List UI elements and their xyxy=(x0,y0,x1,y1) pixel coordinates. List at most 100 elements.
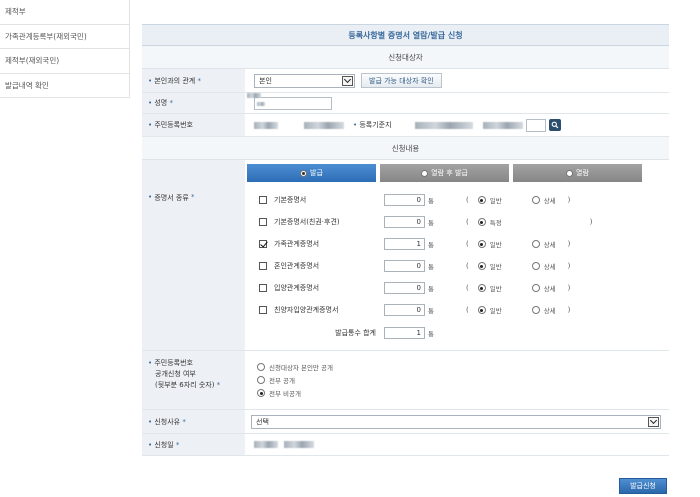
page-title: 등록사항별 증명서 열람/발급 신청 xyxy=(142,24,669,46)
option-detail-radio[interactable] xyxy=(531,284,540,292)
reason-cell: 선택 xyxy=(245,410,669,433)
disclosure-label: • 주민등록번호 공개신청 여부 (뒷부분 6자리 숫자) * xyxy=(142,351,245,409)
paren-close: ) xyxy=(589,218,593,226)
cert-row-basic: 기본증명서 0 통 ( 일반 상세 ) xyxy=(259,193,679,207)
sidebar-item-family-register-overseas[interactable]: 가족관계등록부(재외국민) xyxy=(0,24,130,49)
rrn-label-text: 주민등록번호 xyxy=(154,121,193,129)
disclosure-label-text-1: 주민등록번호 xyxy=(154,359,193,367)
disclosure-option-self[interactable]: 신청대상자 본인만 공개 xyxy=(257,362,333,372)
option-general-radio[interactable] xyxy=(477,262,486,270)
option-general-radio[interactable] xyxy=(477,284,486,292)
cert-qty-input[interactable]: 0 xyxy=(384,194,425,206)
option-detail-radio[interactable] xyxy=(531,240,540,248)
cert-qty-input[interactable]: 0 xyxy=(384,304,425,316)
cert-qty-input[interactable]: 0 xyxy=(384,282,425,294)
submit-issue-button[interactable]: 발급신청 xyxy=(619,478,667,494)
cert-qty-input[interactable]: 1 xyxy=(384,238,425,250)
cert-unit: 통 xyxy=(428,263,434,271)
disclosure-radio[interactable] xyxy=(257,376,265,384)
disclosure-row: • 주민등록번호 공개신청 여부 (뒷부분 6자리 숫자) * 신청대상자 본인… xyxy=(142,351,669,410)
cert-unit: 통 xyxy=(428,307,434,315)
date-cell xyxy=(245,434,669,455)
cert-checkbox[interactable] xyxy=(259,262,267,270)
check-eligible-button[interactable]: 발급 가능 대상자 확인 xyxy=(361,73,442,88)
disclosure-radio[interactable] xyxy=(257,363,265,371)
name-cell xyxy=(245,92,669,113)
date-label: • 신청일 * xyxy=(142,434,245,455)
cert-checkbox[interactable] xyxy=(259,218,267,226)
cert-checkbox[interactable] xyxy=(259,196,267,204)
required-star: * xyxy=(180,417,186,426)
tab-view-label: 열람 xyxy=(576,169,589,177)
radio-icon xyxy=(421,169,429,177)
application-form: 등록사항별 증명서 열람/발급 신청 신청대상자 • 본인과의 관계 * 본인 … xyxy=(142,24,669,456)
cert-row-adoption: 입양관계증명서 0 통 ( 일반 상세 ) xyxy=(259,281,679,295)
disclosure-label-line-1: • 주민등록번호 xyxy=(148,358,193,369)
option-special-radio[interactable] xyxy=(477,218,486,226)
cert-qty-input[interactable]: 0 xyxy=(384,260,425,272)
required-star: * xyxy=(214,381,221,389)
reg-base-redacted xyxy=(414,121,473,129)
cert-unit: 통 xyxy=(428,197,434,205)
section-content-heading: 신청내용 xyxy=(142,137,669,160)
disclosure-option-label: 전부 비공개 xyxy=(269,390,301,398)
rrn-front-redacted xyxy=(254,121,278,129)
relation-cell: 본인 발급 가능 대상자 확인 xyxy=(245,69,669,92)
cert-qty-input[interactable]: 0 xyxy=(384,216,425,228)
disclosure-option-all[interactable]: 전부 공개 xyxy=(257,375,295,385)
cert-unit: 통 xyxy=(428,241,434,249)
sidebar-item-removal-register-overseas[interactable]: 제적부(재외국민) xyxy=(0,49,130,74)
tab-view[interactable]: 열람 xyxy=(513,164,642,182)
reason-select[interactable]: 선택 xyxy=(251,414,661,429)
option-general-radio[interactable] xyxy=(477,240,486,248)
total-label: 발급통수 합계 xyxy=(335,329,376,337)
cert-checkbox[interactable] xyxy=(259,284,267,292)
option-detail-label: 상세 xyxy=(543,285,556,293)
radio-icon xyxy=(566,169,574,177)
option-detail-label: 상세 xyxy=(543,197,556,205)
total-unit: 통 xyxy=(428,330,434,338)
relation-select[interactable]: 본인 xyxy=(254,73,355,88)
cert-type-label: • 증명서 종류 * xyxy=(142,160,245,350)
option-detail-radio[interactable] xyxy=(531,306,540,314)
redacted-value xyxy=(247,92,261,98)
cert-unit: 통 xyxy=(428,219,434,227)
cert-checkbox[interactable] xyxy=(259,240,267,248)
disclosure-option-label: 신청대상자 본인만 공개 xyxy=(269,364,333,372)
radio-icon xyxy=(300,169,308,177)
reg-base-label-text: 등록기준지 xyxy=(359,121,392,129)
name-field[interactable] xyxy=(247,92,332,110)
reg-base-field[interactable] xyxy=(525,118,546,132)
paren-close: ) xyxy=(567,240,571,248)
disclosure-option-none[interactable]: 전부 비공개 xyxy=(257,388,301,398)
option-general-radio[interactable] xyxy=(477,196,486,204)
sidebar-item-issuance-history[interactable]: 발급내역 확인 xyxy=(0,73,130,98)
tab-issue[interactable]: 발급 xyxy=(247,164,376,182)
reason-select-value: 선택 xyxy=(256,417,269,426)
required-star: * xyxy=(195,76,201,85)
relation-label-text: 본인과의 관계 xyxy=(154,76,196,85)
rrn-cell: • 등록기준지 xyxy=(245,114,669,136)
paren-open: ( xyxy=(466,284,469,292)
cert-name: 친양자입양관계증명서 xyxy=(274,306,339,314)
required-star: * xyxy=(188,193,195,201)
cert-row-basic-guardian: 기본증명서(친권·후견) 0 통 ( 특정 ) xyxy=(259,215,679,229)
sidebar-item-removal-register[interactable]: 제적부 xyxy=(0,0,130,25)
cert-name: 가족관계증명서 xyxy=(274,240,320,248)
disclosure-label-line-3: (뒷부분 6자리 숫자) * xyxy=(148,380,220,391)
required-star: * xyxy=(167,99,173,107)
option-general-label: 일반 xyxy=(489,241,502,249)
search-button[interactable] xyxy=(548,119,561,131)
date-row: • 신청일 * xyxy=(142,434,669,456)
option-detail-label: 상세 xyxy=(543,263,556,271)
option-general-radio[interactable] xyxy=(477,306,486,314)
cert-checkbox[interactable] xyxy=(259,306,267,314)
option-detail-radio[interactable] xyxy=(531,262,540,270)
option-detail-radio[interactable] xyxy=(531,196,540,204)
reg-base-label: • 등록기준지 xyxy=(353,120,392,130)
cert-type-label-text: 증명서 종류 xyxy=(154,194,189,202)
relation-row: • 본인과의 관계 * 본인 발급 가능 대상자 확인 xyxy=(142,69,669,93)
tab-issue-label: 발급 xyxy=(310,169,323,177)
tab-view-then-issue[interactable]: 열람 후 발급 xyxy=(380,164,509,182)
disclosure-radio[interactable] xyxy=(257,389,265,397)
